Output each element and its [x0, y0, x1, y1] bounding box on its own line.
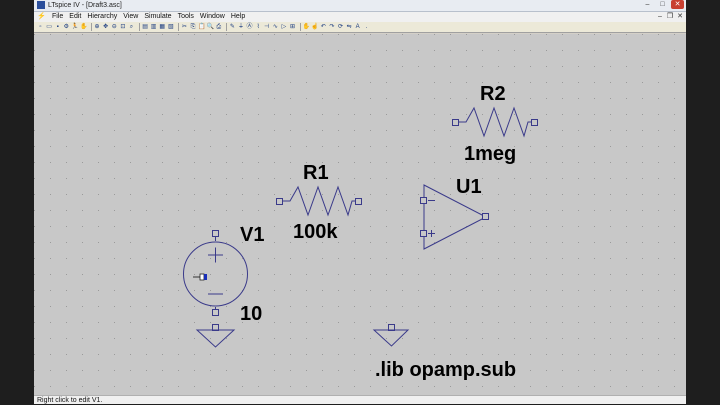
toolbar-separator — [225, 23, 227, 31]
v1-name-label[interactable]: V1 — [240, 224, 264, 246]
tile-horizontal-icon[interactable]: ▤ — [142, 24, 149, 31]
ground-icon[interactable]: ⏚ — [237, 24, 244, 31]
print-icon[interactable]: ⎙ — [215, 24, 222, 31]
schematic-canvas[interactable]: V1 10 R1 100k R2 1meg U1 .lib opamp.sub — [34, 34, 686, 395]
u1-name-label[interactable]: U1 — [456, 176, 482, 198]
close-all-icon[interactable]: ▧ — [167, 24, 174, 31]
redo-icon[interactable]: ↷ — [328, 24, 335, 31]
spice-directive[interactable]: .lib opamp.sub — [375, 359, 516, 381]
v1-top-pin[interactable] — [212, 230, 219, 237]
status-bar: Right click to edit V1. — [34, 395, 686, 404]
toolbar-separator — [138, 23, 140, 31]
toolbar-separator — [177, 23, 179, 31]
component-icon[interactable]: ⊞ — [289, 24, 296, 31]
run-icon[interactable]: 🏃 — [71, 24, 78, 31]
paste-icon[interactable]: 📋 — [198, 24, 205, 31]
app-window: LTspice IV - [Draft3.asc] – □ ✕ ⚡ File E… — [34, 0, 686, 404]
zoom-in-icon[interactable]: ⊕ — [94, 24, 101, 31]
mirror-icon[interactable]: ⇋ — [346, 24, 353, 31]
r2-left-pin[interactable] — [452, 119, 459, 126]
cascade-icon[interactable]: ▦ — [159, 24, 166, 31]
undo-icon[interactable]: ↶ — [320, 24, 327, 31]
zoom-out-icon[interactable]: ⊖ — [111, 24, 118, 31]
u1-output-pin[interactable] — [482, 213, 489, 220]
mdi-close-icon[interactable]: ✕ — [676, 12, 684, 22]
tile-vertical-icon[interactable]: ▥ — [150, 24, 157, 31]
text-icon[interactable]: A — [354, 24, 361, 31]
menu-view[interactable]: View — [120, 12, 141, 22]
r2-value-label[interactable]: 1meg — [464, 143, 516, 165]
r2-name-label[interactable]: R2 — [480, 83, 506, 105]
menu-edit[interactable]: Edit — [66, 12, 84, 22]
halt-icon[interactable]: ✋ — [80, 24, 87, 31]
schematic-drawing: V1 10 R1 100k R2 1meg U1 .lib opamp.sub — [34, 34, 686, 395]
r2-right-pin[interactable] — [531, 119, 538, 126]
toolbar-separator — [299, 23, 301, 31]
copy-icon[interactable]: ⎘ — [190, 24, 197, 31]
u1-inverting-pin[interactable] — [420, 197, 427, 204]
inductor-icon[interactable]: ∿ — [272, 24, 279, 31]
zoom-fit-icon[interactable]: ⊡ — [119, 24, 126, 31]
label-net-icon[interactable]: Ⓐ — [246, 24, 253, 31]
schematic-doc-icon[interactable]: ⚡ — [37, 13, 46, 21]
open-icon[interactable]: ▭ — [46, 24, 53, 31]
r1-name-label[interactable]: R1 — [303, 162, 329, 184]
menu-window[interactable]: Window — [197, 12, 228, 22]
window-title: LTspice IV - [Draft3.asc] — [48, 2, 122, 9]
title-bar: LTspice IV - [Draft3.asc] – □ ✕ — [34, 0, 686, 12]
control-panel-icon[interactable]: ⚙ — [63, 24, 70, 31]
pan-icon[interactable]: ✥ — [102, 24, 109, 31]
menu-tools[interactable]: Tools — [175, 12, 197, 22]
wire-icon[interactable]: ✎ — [229, 24, 236, 31]
new-schematic-icon[interactable]: ▫ — [37, 24, 44, 31]
menu-hierarchy[interactable]: Hierarchy — [84, 12, 120, 22]
ltspice-app-icon — [37, 1, 45, 9]
rotate-icon[interactable]: ⟳ — [337, 24, 344, 31]
mdi-minimize-icon[interactable]: – — [656, 12, 664, 22]
move-icon[interactable]: ✋ — [303, 24, 310, 31]
autoscale-icon[interactable]: ⌕ — [128, 24, 135, 31]
minimize-button[interactable]: – — [641, 0, 654, 9]
maximize-button[interactable]: □ — [656, 0, 669, 9]
toolbar-separator — [90, 23, 92, 31]
toolbar: ▫ ▭ ▪ ⚙ 🏃 ✋ ⊕ ✥ ⊖ ⊡ ⌕ ▤ ▥ ▦ ▧ ✂ ⎘ 📋 🔍 ⎙ … — [34, 22, 686, 33]
save-icon[interactable]: ▪ — [54, 24, 61, 31]
r1-right-pin[interactable] — [355, 198, 362, 205]
r1-value-label[interactable]: 100k — [293, 221, 338, 243]
resistor-icon[interactable]: ⌇ — [255, 24, 262, 31]
v1-bottom-pin[interactable] — [212, 309, 219, 316]
r1-left-pin[interactable] — [276, 198, 283, 205]
menu-simulate[interactable]: Simulate — [141, 12, 174, 22]
mdi-restore-icon[interactable]: ❐ — [666, 12, 674, 22]
menu-help[interactable]: Help — [228, 12, 248, 22]
cut-icon[interactable]: ✂ — [181, 24, 188, 31]
diode-icon[interactable]: ▷ — [280, 24, 287, 31]
close-button[interactable]: ✕ — [671, 0, 684, 9]
menu-file[interactable]: File — [49, 12, 66, 22]
u1-noninverting-pin[interactable] — [420, 230, 427, 237]
v1-value-label[interactable]: 10 — [240, 303, 262, 325]
find-icon[interactable]: 🔍 — [207, 24, 214, 31]
spice-directive-icon[interactable]: . — [363, 24, 370, 31]
drag-icon[interactable]: ☝ — [311, 24, 318, 31]
menu-bar: ⚡ File Edit Hierarchy View Simulate Tool… — [34, 12, 686, 22]
capacitor-icon[interactable]: ⊣ — [263, 24, 270, 31]
grid-dots — [34, 34, 686, 395]
